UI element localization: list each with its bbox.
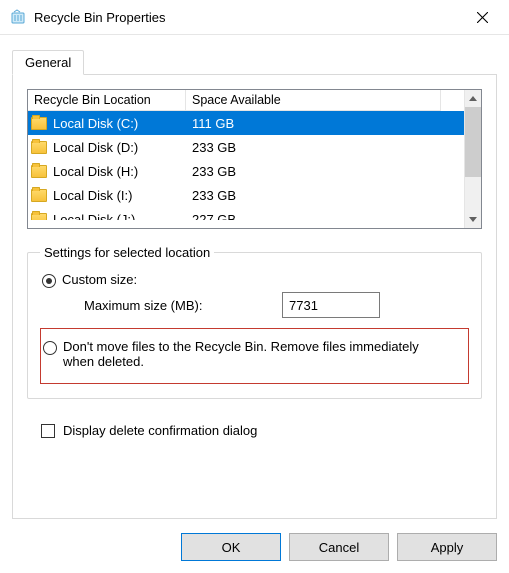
folder-icon xyxy=(31,141,47,154)
settings-legend: Settings for selected location xyxy=(40,245,214,260)
button-bar: OK Cancel Apply xyxy=(181,533,497,561)
apply-button[interactable]: Apply xyxy=(397,533,497,561)
drive-name: Local Disk (C:) xyxy=(53,116,138,131)
folder-icon xyxy=(31,165,47,178)
list-row[interactable]: Local Disk (I:) 233 GB xyxy=(28,183,464,207)
tab-panel: Recycle Bin Location Space Available Loc… xyxy=(12,74,497,519)
settings-group: Settings for selected location Custom si… xyxy=(27,245,482,399)
drive-name: Local Disk (D:) xyxy=(53,140,138,155)
max-size-input[interactable] xyxy=(282,292,380,318)
confirm-delete-label: Display delete confirmation dialog xyxy=(63,423,257,438)
drive-name: Local Disk (H:) xyxy=(53,164,138,179)
radio-dont-move[interactable] xyxy=(43,341,57,355)
column-header-location[interactable]: Recycle Bin Location xyxy=(28,90,186,111)
drive-space: 233 GB xyxy=(186,188,441,203)
tab-strip: General xyxy=(0,35,509,74)
recycle-bin-icon xyxy=(10,9,26,25)
drive-space: 111 GB xyxy=(186,116,441,131)
ok-button[interactable]: OK xyxy=(181,533,281,561)
drive-name: Local Disk (I:) xyxy=(53,188,132,203)
close-button[interactable] xyxy=(459,0,505,34)
list-row[interactable]: Local Disk (D:) 233 GB xyxy=(28,135,464,159)
scroll-up-icon[interactable] xyxy=(465,90,481,107)
dont-move-label: Don't move files to the Recycle Bin. Rem… xyxy=(63,339,443,369)
column-header-space[interactable]: Space Available xyxy=(186,90,441,111)
scrollbar[interactable] xyxy=(464,90,481,228)
custom-size-label: Custom size: xyxy=(62,272,137,287)
scroll-track[interactable] xyxy=(465,177,481,211)
drive-space: 233 GB xyxy=(186,140,441,155)
list-row[interactable]: Local Disk (H:) 233 GB xyxy=(28,159,464,183)
folder-icon xyxy=(31,189,47,202)
highlight-box: Don't move files to the Recycle Bin. Rem… xyxy=(40,328,469,384)
tab-general[interactable]: General xyxy=(12,50,84,75)
max-size-label: Maximum size (MB): xyxy=(84,298,282,313)
list-row[interactable]: Local Disk (C:) 111 GB xyxy=(28,111,464,135)
drive-list[interactable]: Recycle Bin Location Space Available Loc… xyxy=(27,89,482,229)
window-title: Recycle Bin Properties xyxy=(34,10,459,25)
list-row[interactable]: Local Disk (J:) 227 GB xyxy=(28,207,464,228)
folder-icon xyxy=(31,213,47,226)
scroll-thumb[interactable] xyxy=(465,107,481,177)
checkbox-confirm-delete[interactable] xyxy=(41,424,55,438)
drive-space: 227 GB xyxy=(186,212,441,227)
cancel-button[interactable]: Cancel xyxy=(289,533,389,561)
radio-custom-size[interactable] xyxy=(42,274,56,288)
folder-icon xyxy=(31,117,47,130)
drive-name: Local Disk (J:) xyxy=(53,212,135,227)
title-bar: Recycle Bin Properties xyxy=(0,0,509,35)
scroll-down-icon[interactable] xyxy=(465,211,481,228)
drive-space: 233 GB xyxy=(186,164,441,179)
